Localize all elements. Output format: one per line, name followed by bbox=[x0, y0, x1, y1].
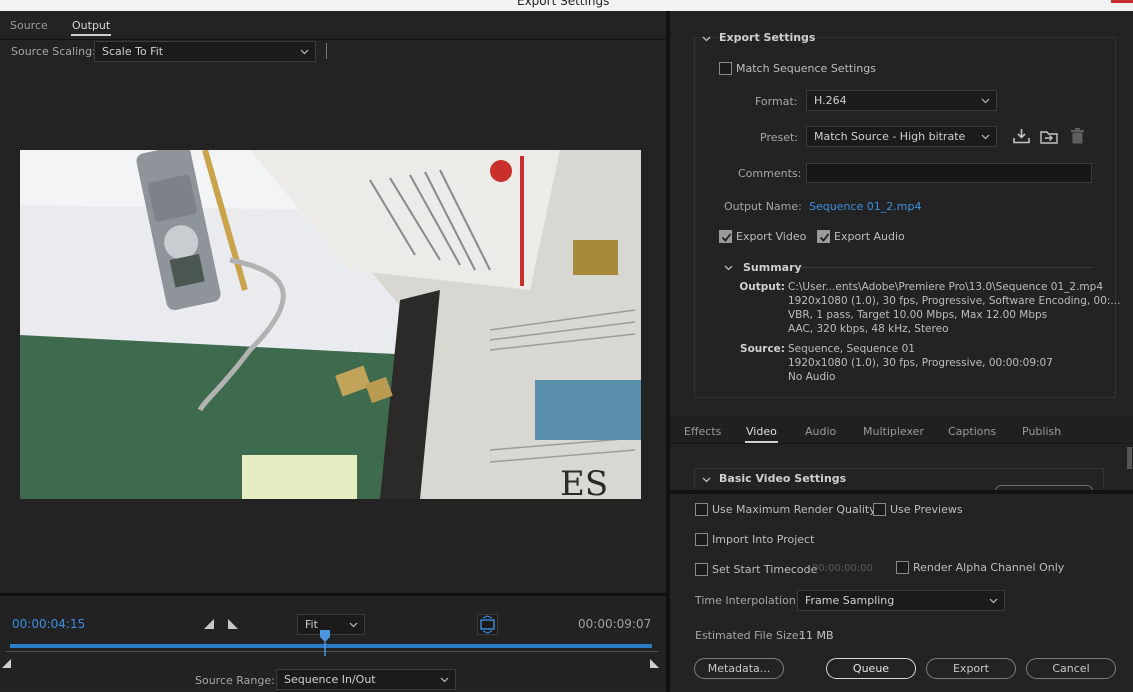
out-point-handle-icon[interactable] bbox=[650, 659, 660, 672]
summary-source-key: Source: bbox=[740, 343, 785, 355]
source-range-dropdown[interactable]: Sequence In/Out bbox=[276, 669, 456, 690]
summary-title: Summary bbox=[743, 261, 802, 274]
playhead-icon[interactable] bbox=[319, 629, 331, 660]
zoom-dropdown[interactable]: Fit bbox=[297, 614, 365, 635]
tab-multiplexer[interactable]: Multiplexer bbox=[863, 425, 924, 438]
timeline-track[interactable] bbox=[10, 644, 652, 648]
chevron-down-icon bbox=[981, 96, 990, 105]
export-audio-label: Export Audio bbox=[834, 230, 905, 243]
comments-input[interactable] bbox=[806, 163, 1092, 183]
divider bbox=[670, 490, 1133, 494]
tab-publish[interactable]: Publish bbox=[1022, 425, 1061, 438]
preview-frame-illustration: ES bbox=[20, 150, 641, 499]
set-start-timecode-checkbox[interactable] bbox=[695, 563, 708, 576]
file-size-label: Estimated File Size: bbox=[695, 629, 803, 642]
preset-dropdown[interactable]: Match Source - High bitrate bbox=[806, 126, 997, 147]
video-preview: ES bbox=[20, 150, 641, 499]
source-scaling-value: Scale To Fit bbox=[102, 45, 164, 58]
chevron-down-icon bbox=[989, 596, 998, 605]
divider bbox=[800, 267, 1092, 268]
preset-value: Match Source - High bitrate bbox=[814, 130, 966, 143]
comments-label: Comments: bbox=[738, 167, 802, 180]
chevron-down-icon bbox=[981, 132, 990, 141]
tab-source[interactable]: Source bbox=[10, 19, 48, 32]
summary-source-line: 1920x1080 (1.0), 30 fps, Progressive, 00… bbox=[788, 357, 1053, 369]
set-start-timecode-label: Set Start Timecode bbox=[712, 563, 818, 576]
timeline-range-line bbox=[6, 651, 658, 652]
in-point-handle-icon[interactable] bbox=[2, 659, 12, 672]
render-alpha-checkbox[interactable] bbox=[896, 561, 909, 574]
chevron-down-icon bbox=[300, 47, 309, 56]
delete-preset-icon[interactable] bbox=[1070, 127, 1085, 147]
divider bbox=[670, 443, 1133, 444]
chevron-down-icon[interactable] bbox=[702, 474, 711, 483]
tab-video[interactable]: Video bbox=[745, 425, 778, 443]
export-video-checkbox[interactable] bbox=[719, 230, 732, 243]
max-render-quality-checkbox[interactable] bbox=[695, 503, 708, 516]
save-preset-icon[interactable] bbox=[1013, 128, 1030, 147]
source-range-label: Source Range: bbox=[195, 674, 275, 687]
current-timecode[interactable]: 00:00:04:15 bbox=[12, 617, 85, 631]
end-timecode: 00:00:09:07 bbox=[578, 617, 652, 631]
summary-source-line: Sequence, Sequence 01 bbox=[788, 343, 915, 355]
svg-text:ES: ES bbox=[560, 464, 608, 499]
divider bbox=[0, 39, 666, 40]
use-previews-label: Use Previews bbox=[890, 503, 963, 516]
tab-effects[interactable]: Effects bbox=[684, 425, 721, 438]
preset-label: Preset: bbox=[760, 131, 799, 144]
start-timecode-value: 00:00:00:00 bbox=[812, 563, 874, 574]
basic-video-title: Basic Video Settings bbox=[719, 472, 847, 485]
use-previews-checkbox[interactable] bbox=[873, 503, 886, 516]
output-name-label: Output Name: bbox=[724, 200, 802, 213]
close-button[interactable] bbox=[1111, 0, 1133, 3]
export-settings-title: Export Settings bbox=[719, 31, 816, 44]
import-into-project-checkbox[interactable] bbox=[695, 533, 708, 546]
set-in-point-icon[interactable] bbox=[204, 619, 215, 633]
source-range-value: Sequence In/Out bbox=[284, 673, 376, 686]
tab-audio[interactable]: Audio bbox=[805, 425, 836, 438]
time-interpolation-value: Frame Sampling bbox=[805, 594, 895, 607]
chevron-down-icon bbox=[349, 620, 358, 629]
source-scaling-dropdown[interactable]: Scale To Fit bbox=[94, 41, 316, 62]
match-sequence-label: Match Sequence Settings bbox=[736, 62, 876, 75]
export-video-label: Export Video bbox=[736, 230, 807, 243]
match-sequence-checkbox[interactable] bbox=[719, 62, 732, 75]
time-interpolation-dropdown[interactable]: Frame Sampling bbox=[797, 590, 1005, 611]
format-value: H.264 bbox=[814, 94, 847, 107]
format-label: Format: bbox=[755, 95, 798, 108]
summary-source-line: No Audio bbox=[788, 371, 836, 383]
summary-output-line: 1920x1080 (1.0), 30 fps, Progressive, So… bbox=[788, 295, 1121, 307]
source-scaling-label: Source Scaling: bbox=[11, 45, 96, 58]
window-title: Export Settings bbox=[517, 0, 610, 8]
file-size-value: 11 MB bbox=[799, 629, 834, 642]
chevron-down-icon[interactable] bbox=[702, 33, 711, 42]
tab-output[interactable]: Output bbox=[70, 19, 112, 36]
import-into-project-label: Import Into Project bbox=[712, 533, 815, 546]
metadata-button[interactable]: Metadata... bbox=[694, 658, 784, 679]
render-alpha-label: Render Alpha Channel Only bbox=[913, 561, 1065, 574]
cancel-button[interactable]: Cancel bbox=[1026, 658, 1116, 679]
summary-output-key: Output: bbox=[739, 281, 785, 293]
time-interpolation-label: Time Interpolation: bbox=[695, 594, 800, 607]
summary-output-line: AAC, 320 kbps, 48 kHz, Stereo bbox=[788, 323, 949, 335]
scrollbar-thumb[interactable] bbox=[1127, 447, 1132, 469]
set-out-point-icon[interactable] bbox=[228, 619, 239, 633]
chevron-down-icon[interactable] bbox=[724, 262, 733, 271]
output-name-link[interactable]: Sequence 01_2.mp4 bbox=[809, 200, 921, 213]
export-audio-checkbox[interactable] bbox=[817, 230, 830, 243]
max-render-quality-label: Use Maximum Render Quality bbox=[712, 503, 876, 516]
summary-output-line: VBR, 1 pass, Target 10.00 Mbps, Max 12.0… bbox=[788, 309, 1048, 321]
zoom-value: Fit bbox=[305, 618, 318, 631]
preview-tabs: Source Output bbox=[0, 11, 666, 39]
export-button[interactable]: Export bbox=[926, 658, 1016, 679]
queue-button[interactable]: Queue bbox=[826, 658, 916, 679]
import-preset-icon[interactable] bbox=[1040, 128, 1058, 147]
chevron-down-icon bbox=[440, 675, 449, 684]
format-dropdown[interactable]: H.264 bbox=[806, 90, 997, 111]
window-titlebar: Export Settings bbox=[0, 0, 1133, 11]
text-cursor bbox=[326, 43, 327, 59]
aspect-ratio-correction-icon[interactable] bbox=[477, 614, 498, 638]
tab-captions[interactable]: Captions bbox=[948, 425, 996, 438]
summary-output-line: C:\User...ents\Adobe\Premiere Pro\13.0\S… bbox=[788, 281, 1104, 293]
